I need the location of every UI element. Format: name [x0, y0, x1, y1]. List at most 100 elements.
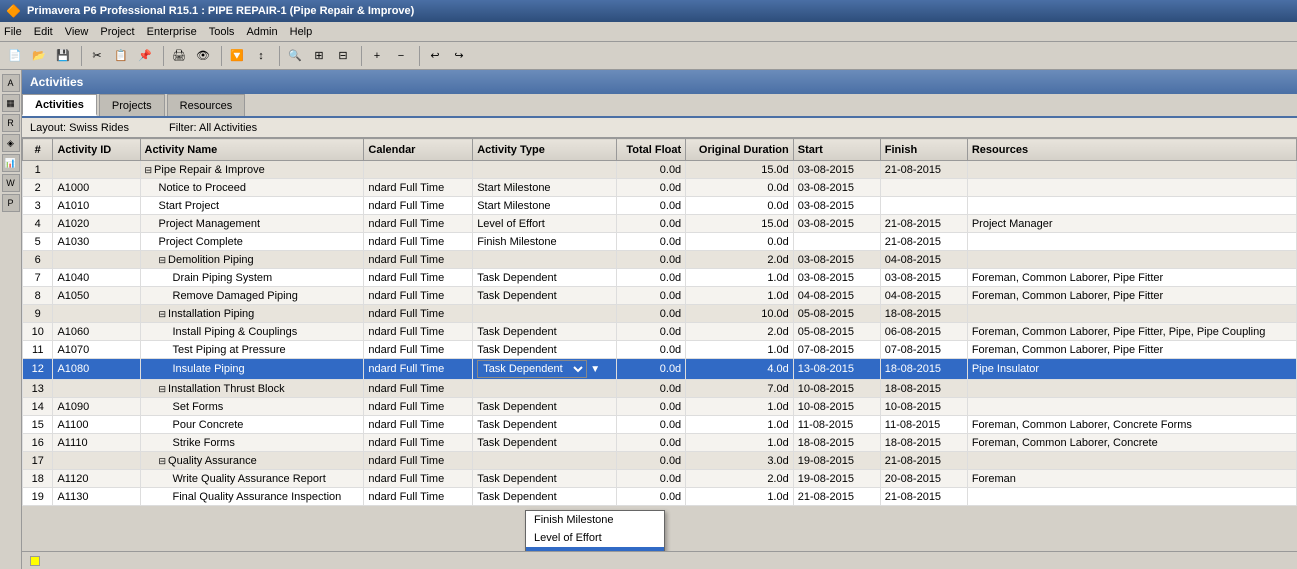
cell-id: A1030 — [53, 233, 140, 251]
toolbar-btn-new[interactable]: 📄 — [4, 45, 26, 67]
toolbar-btn-cut[interactable]: ✂ — [86, 45, 108, 67]
menu-file[interactable]: File — [4, 26, 22, 38]
header-resources[interactable]: Resources — [967, 139, 1296, 161]
menu-admin[interactable]: Admin — [246, 26, 277, 38]
cell-type — [473, 305, 617, 323]
expand-icon[interactable]: ⊟ — [159, 309, 167, 319]
cell-finish: 10-08-2015 — [880, 398, 967, 416]
table-row[interactable]: 6 ⊟Demolition Piping ndard Full Time 0.0… — [23, 251, 1297, 269]
tab-resources[interactable]: Resources — [167, 94, 246, 116]
table-row[interactable]: 2 A1000 Notice to Proceed ndard Full Tim… — [23, 179, 1297, 197]
panel-header: Activities — [22, 70, 1297, 94]
menu-help[interactable]: Help — [290, 26, 313, 38]
cell-start: 10-08-2015 — [793, 398, 880, 416]
table-row[interactable]: 13 ⊟Installation Thrust Block ndard Full… — [23, 380, 1297, 398]
sidebar-icon-reports[interactable]: 📊 — [2, 154, 20, 172]
expand-icon[interactable]: ⊟ — [159, 384, 167, 394]
toolbar-btn-preview[interactable]: 👁 — [192, 45, 214, 67]
cell-float: 0.0d — [616, 359, 685, 380]
dropdown-item-level-of-effort[interactable]: Level of Effort — [526, 529, 664, 547]
header-total-float[interactable]: Total Float — [616, 139, 685, 161]
app-icon: 🔶 — [6, 4, 21, 18]
toolbar-btn-save[interactable]: 💾 — [52, 45, 74, 67]
cell-start: 13-08-2015 — [793, 359, 880, 380]
table-row[interactable]: 16 A1110 Strike Forms ndard Full Time Ta… — [23, 434, 1297, 452]
toolbar-btn-print[interactable]: 🖨 — [168, 45, 190, 67]
header-original-duration[interactable]: Original Duration — [686, 139, 794, 161]
cell-id: A1010 — [53, 197, 140, 215]
cell-resources: Foreman, Common Laborer, Pipe Fitter — [967, 341, 1296, 359]
table-row[interactable]: 19 A1130 Final Quality Assurance Inspect… — [23, 488, 1297, 506]
table-row[interactable]: 12 A1080 Insulate Piping ndard Full Time… — [23, 359, 1297, 380]
table-container[interactable]: # Activity ID Activity Name Calendar Act… — [22, 138, 1297, 551]
menu-enterprise[interactable]: Enterprise — [147, 26, 197, 38]
toolbar-btn-search[interactable]: 🔍 — [284, 45, 306, 67]
table-row[interactable]: 18 A1120 Write Quality Assurance Report … — [23, 470, 1297, 488]
header-activity-id[interactable]: Activity ID — [53, 139, 140, 161]
toolbar-btn-undo[interactable]: ↩ — [424, 45, 446, 67]
cell-float: 0.0d — [616, 434, 685, 452]
table-row[interactable]: 3 A1010 Start Project ndard Full Time St… — [23, 197, 1297, 215]
expand-icon[interactable]: ⊟ — [145, 165, 153, 175]
expand-icon[interactable]: ⊟ — [159, 456, 167, 466]
cell-id — [53, 452, 140, 470]
expand-icon[interactable]: ⊟ — [159, 255, 167, 265]
cell-finish — [880, 179, 967, 197]
toolbar-btn-open[interactable]: 📂 — [28, 45, 50, 67]
toolbar-btn-zoom-in[interactable]: + — [366, 45, 388, 67]
sidebar-icon-resources[interactable]: R — [2, 114, 20, 132]
table-row[interactable]: 11 A1070 Test Piping at Pressure ndard F… — [23, 341, 1297, 359]
cell-start: 18-08-2015 — [793, 434, 880, 452]
cell-type[interactable]: Task Dependent ▼ — [473, 359, 617, 380]
menu-tools[interactable]: Tools — [209, 26, 235, 38]
dropdown-item-finish-milestone[interactable]: Finish Milestone — [526, 511, 664, 529]
cell-type: Task Dependent — [473, 269, 617, 287]
header-activity-name[interactable]: Activity Name — [140, 139, 364, 161]
menu-view[interactable]: View — [65, 26, 89, 38]
toolbar-btn-columns[interactable]: ⊟ — [332, 45, 354, 67]
cell-calendar: ndard Full Time — [364, 488, 473, 506]
menu-edit[interactable]: Edit — [34, 26, 53, 38]
table-row[interactable]: 10 A1060 Install Piping & Couplings ndar… — [23, 323, 1297, 341]
menu-project[interactable]: Project — [100, 26, 134, 38]
toolbar-btn-filter[interactable]: 🔽 — [226, 45, 248, 67]
header-finish[interactable]: Finish — [880, 139, 967, 161]
sidebar-icon-projects[interactable]: P — [2, 194, 20, 212]
table-row[interactable]: 9 ⊟Installation Piping ndard Full Time 0… — [23, 305, 1297, 323]
table-row[interactable]: 4 A1020 Project Management ndard Full Ti… — [23, 215, 1297, 233]
cell-calendar: ndard Full Time — [364, 269, 473, 287]
cell-calendar: ndard Full Time — [364, 323, 473, 341]
toolbar-sep-5 — [358, 46, 362, 66]
toolbar-btn-zoom-out[interactable]: − — [390, 45, 412, 67]
toolbar-btn-sort[interactable]: ↕ — [250, 45, 272, 67]
cell-name: Set Forms — [140, 398, 364, 416]
table-row[interactable]: 8 A1050 Remove Damaged Piping ndard Full… — [23, 287, 1297, 305]
header-activity-type[interactable]: Activity Type — [473, 139, 617, 161]
cell-resources: Pipe Insulator — [967, 359, 1296, 380]
menu-bar: File Edit View Project Enterprise Tools … — [0, 22, 1297, 42]
toolbar-btn-group[interactable]: ⊞ — [308, 45, 330, 67]
cell-finish: 18-08-2015 — [880, 305, 967, 323]
table-row[interactable]: 1 ⊟Pipe Repair & Improve 0.0d 15.0d 03-0… — [23, 161, 1297, 179]
table-row[interactable]: 14 A1090 Set Forms ndard Full Time Task … — [23, 398, 1297, 416]
dropdown-item-resource-dependent[interactable]: Resource Dependent — [526, 547, 664, 551]
toolbar-btn-redo[interactable]: ↪ — [448, 45, 470, 67]
activity-type-dropdown[interactable]: Finish Milestone Level of Effort Resourc… — [525, 510, 665, 551]
table-row[interactable]: 7 A1040 Drain Piping System ndard Full T… — [23, 269, 1297, 287]
table-row[interactable]: 5 A1030 Project Complete ndard Full Time… — [23, 233, 1297, 251]
sidebar-icon-network[interactable]: ◈ — [2, 134, 20, 152]
toolbar-btn-paste[interactable]: 📌 — [134, 45, 156, 67]
cell-duration: 0.0d — [686, 233, 794, 251]
sidebar-icon-wbs[interactable]: W — [2, 174, 20, 192]
tab-activities[interactable]: Activities — [22, 94, 97, 116]
table-row[interactable]: 17 ⊟Quality Assurance ndard Full Time 0.… — [23, 452, 1297, 470]
tab-projects[interactable]: Projects — [99, 94, 165, 116]
toolbar-btn-copy[interactable]: 📋 — [110, 45, 132, 67]
sidebar-icon-activities[interactable]: A — [2, 74, 20, 92]
sidebar-icon-gantt[interactable]: ▦ — [2, 94, 20, 112]
activity-type-select[interactable]: Task Dependent — [477, 360, 587, 378]
table-row[interactable]: 15 A1100 Pour Concrete ndard Full Time T… — [23, 416, 1297, 434]
header-start[interactable]: Start — [793, 139, 880, 161]
header-calendar[interactable]: Calendar — [364, 139, 473, 161]
cell-finish: 04-08-2015 — [880, 287, 967, 305]
